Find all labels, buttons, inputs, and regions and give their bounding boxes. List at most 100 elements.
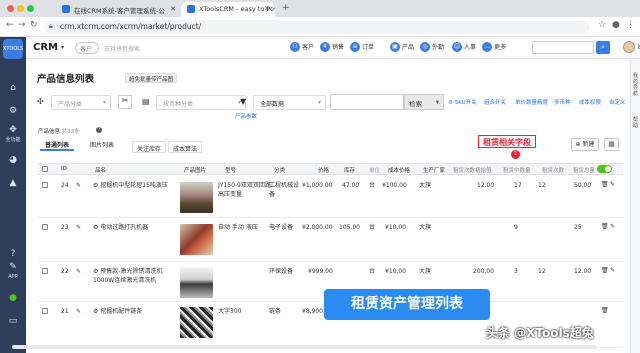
customize-link[interactable]: 自定义 <box>609 98 626 106</box>
col-id[interactable]: ID <box>61 166 67 172</box>
nav-more[interactable]: … 更多 <box>482 42 506 54</box>
tab-close-icon[interactable]: ✕ <box>264 5 270 13</box>
delete-icon[interactable]: 🗑︎ <box>601 223 609 230</box>
col-price[interactable]: 价格 <box>318 166 329 174</box>
data-scope-select[interactable]: 全部数据 ▾ <box>253 95 326 110</box>
table-row[interactable]: 24 ✎ ⚙ 挖掘机中型轮挖15吨液压 JY150-9双双双回路高压变量 工程机… <box>38 176 623 218</box>
column-toggle-switch[interactable] <box>597 165 612 173</box>
col-rent-init[interactable]: 租赁次数初始值 <box>453 166 492 174</box>
product-image[interactable] <box>180 267 213 298</box>
col-model[interactable]: 型号 <box>225 166 236 174</box>
batch-upload-button[interactable]: 超免批量传产品图 <box>125 73 178 83</box>
close-window-button[interactable] <box>7 5 14 12</box>
multi-currency-link[interactable]: 多币种 <box>554 98 571 106</box>
minimize-window-button[interactable] <box>17 5 24 12</box>
tab-image-list[interactable]: 图片列表 <box>86 137 118 151</box>
nav-hr[interactable]: ☺ 人事 <box>452 42 476 54</box>
nav-order[interactable]: ≡ 订单 <box>350 42 374 54</box>
row-checkbox[interactable] <box>42 182 48 188</box>
currency-filter-icon[interactable]: ▤ <box>142 97 150 106</box>
edit-icon[interactable]: ✎ <box>610 267 615 274</box>
horizontal-scrollbar[interactable] <box>12 345 597 349</box>
wechat-icon[interactable]: ● <box>0 293 26 303</box>
paperclip-icon[interactable]: ✎ <box>76 267 81 276</box>
profile-icon[interactable]: ● <box>612 20 620 30</box>
new-button[interactable]: ⊕ 新建 <box>571 138 599 151</box>
sidebar-item-all-features[interactable]: 全功能 <box>0 136 26 143</box>
browser-tab-xtools[interactable]: XToolsCRM - easy to Power ✕ <box>181 2 275 17</box>
watch-stock-button[interactable]: 关注库存 <box>132 141 167 153</box>
delete-icon[interactable]: 🗑︎ <box>601 307 609 314</box>
delete-icon[interactable]: 🗑︎ <box>601 267 609 274</box>
tab-normal-list[interactable]: 普通列表 <box>40 137 74 151</box>
cell-name[interactable]: ⚙ 挖掘机中型轮挖15吨液压 <box>93 181 178 190</box>
cell-name[interactable]: ⚙ 挖掘机配件链条 <box>93 307 178 316</box>
search-button[interactable]: 检索 ▾ <box>404 94 444 110</box>
back-icon[interactable]: ← <box>6 20 14 30</box>
global-search-input[interactable]: 支持拼音搜索 <box>104 44 140 53</box>
edit-icon[interactable]: ✎ <box>610 181 615 188</box>
help-icon[interactable]: ? <box>96 127 102 133</box>
paperclip-icon[interactable]: ✎ <box>76 223 81 232</box>
cost-permission-link[interactable]: 成本权限 <box>579 98 601 106</box>
dashboard-icon[interactable]: ◕ <box>0 155 26 165</box>
filter-icon[interactable]: ▼ <box>240 97 246 106</box>
product-image[interactable] <box>180 182 213 213</box>
forward-icon[interactable]: → <box>18 20 26 30</box>
nav-customer[interactable]: ⚇ 客户 <box>290 42 314 54</box>
home-icon[interactable]: ⌂ <box>0 83 26 93</box>
table-row[interactable]: 23 ✎ ⚙ 电动过路打孔机器 自动 手动 液压 电子设备 ¥2,000.00 … <box>38 218 623 262</box>
nav-sales[interactable]: ¥ 销售 <box>320 42 344 54</box>
product-image[interactable] <box>180 224 213 255</box>
avatar[interactable] <box>623 41 635 53</box>
col-category[interactable]: 分类 <box>274 166 285 174</box>
edit-icon[interactable]: ✎ <box>610 223 615 230</box>
currency-category-select[interactable]: 按币种分类 ▾ <box>156 95 246 110</box>
puzzle-icon[interactable]: ✥ <box>0 125 26 135</box>
my-navigation-link[interactable]: 我的导航 <box>633 73 640 97</box>
reload-icon[interactable]: ↻ <box>30 20 38 30</box>
url-field[interactable]: 🔒︎ crm.xtcrm.com/xcrm/market/product/ <box>44 20 589 34</box>
tools-icon[interactable]: ✂ <box>118 95 132 109</box>
paperclip-icon[interactable]: ✎ <box>76 307 81 316</box>
nav-field[interactable]: ◎ 外勤 <box>420 42 444 54</box>
palette-icon[interactable]: ✣ <box>37 97 44 106</box>
sku-toggle-link[interactable]: ⚙ SKU开关 <box>448 98 477 106</box>
cell-name[interactable]: ⚙ 预售款-激光除锈清洗机1000W连续激光清洗机 <box>93 267 178 285</box>
star-icon[interactable]: ☆ <box>598 20 606 30</box>
cost-algorithm-button[interactable]: 成本算法 <box>168 141 203 153</box>
search-icon[interactable]: ⌕ <box>596 41 610 54</box>
row-checkbox[interactable] <box>42 268 48 274</box>
new-tab-button[interactable]: + <box>282 3 290 13</box>
col-name[interactable]: 品名 <box>95 166 106 174</box>
delete-icon[interactable]: 🗑︎ <box>601 181 609 188</box>
notification-icon[interactable]: ✎ <box>0 262 26 272</box>
paperclip-icon[interactable]: ✎ <box>76 181 81 190</box>
col-unit[interactable]: 单位 <box>369 166 380 174</box>
col-maker[interactable]: 生产厂家 <box>423 166 445 174</box>
app-title[interactable]: CRM <box>33 42 58 53</box>
gear-icon[interactable]: ⚙ <box>0 106 26 116</box>
nav-product[interactable]: ▣ 产品 <box>390 42 414 54</box>
grid-view-icon[interactable]: ▦ <box>604 138 619 151</box>
product-search-input[interactable] <box>330 94 404 110</box>
customer-select[interactable]: 客户 <box>75 42 99 54</box>
chart-icon[interactable]: ▲ <box>0 178 26 188</box>
header-search-input[interactable] <box>532 41 594 54</box>
product-category-select[interactable]: 产品分类 ▾ <box>51 95 111 110</box>
col-rent-total[interactable]: 租赁总量 <box>573 166 595 174</box>
product-image[interactable] <box>180 307 213 338</box>
cell-name[interactable]: ⚙ 电动过路打孔机器 <box>93 223 178 232</box>
col-stock[interactable]: 库存 <box>344 166 355 174</box>
col-cost[interactable]: 成本价格 <box>388 166 410 174</box>
product-params-link[interactable]: 产品参数 <box>235 112 257 120</box>
chevron-down-icon[interactable]: ▾ <box>61 44 64 51</box>
select-all-checkbox[interactable] <box>42 166 48 172</box>
browser-tab-crm[interactable]: 在线CRM系统-客户管理系统-公 ✕ <box>56 2 181 17</box>
help-icon[interactable]: ? <box>0 249 26 259</box>
row-checkbox[interactable] <box>42 308 48 314</box>
app-logo[interactable]: XTOOLS <box>3 39 23 59</box>
sidebar-item-app[interactable]: APP <box>0 274 26 280</box>
maximize-window-button[interactable] <box>27 5 34 12</box>
menu-icon[interactable]: ⋮ <box>626 20 635 30</box>
